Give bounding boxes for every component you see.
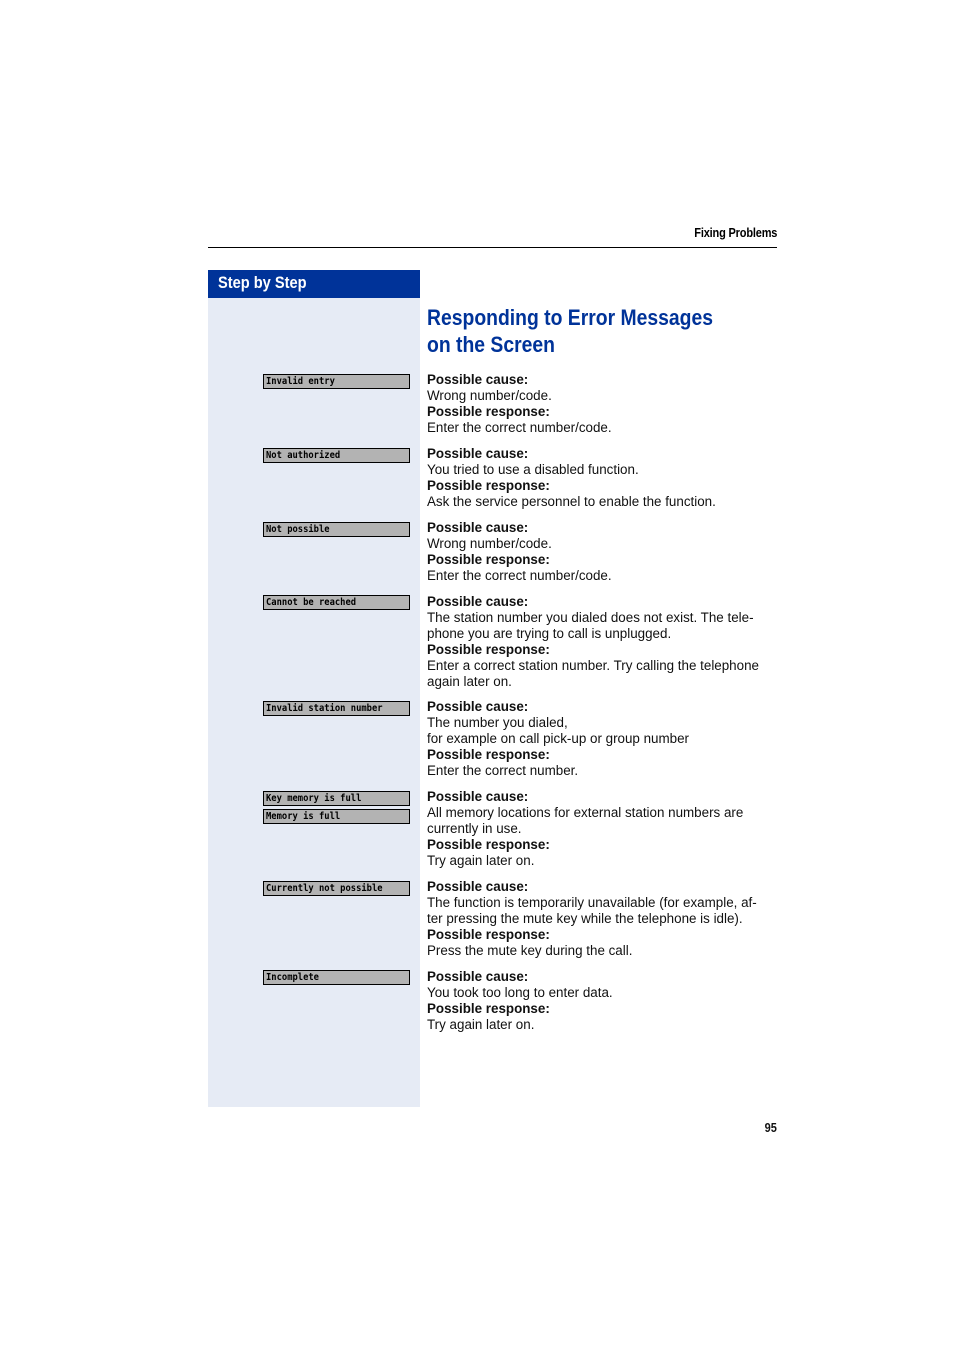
error-entry: Possible cause: The function is temporar… bbox=[427, 879, 787, 959]
response-text: Ask the service personnel to enable the … bbox=[427, 494, 716, 509]
response-label: Possible response: bbox=[427, 1001, 550, 1016]
display-message: Incomplete bbox=[263, 970, 410, 985]
sidebar-heading-bar: Step by Step bbox=[208, 270, 420, 298]
cause-text: The number you dialed, bbox=[427, 715, 568, 730]
cause-label: Possible cause: bbox=[427, 969, 529, 984]
cause-text: The station number you dialed does not e… bbox=[427, 610, 754, 625]
response-label: Possible response: bbox=[427, 927, 550, 942]
display-message: Key memory is full bbox=[263, 791, 410, 806]
response-text: Enter the correct number/code. bbox=[427, 420, 612, 435]
cause-text: The function is temporarily unavailable … bbox=[427, 895, 757, 910]
error-entry: Possible cause: The station number you d… bbox=[427, 594, 787, 690]
display-message: Invalid entry bbox=[263, 374, 410, 389]
response-label: Possible response: bbox=[427, 747, 550, 762]
running-header: Fixing Problems bbox=[694, 226, 777, 240]
response-label: Possible response: bbox=[427, 837, 550, 852]
display-message: Invalid station number bbox=[263, 701, 410, 716]
page-number: 95 bbox=[764, 1121, 777, 1135]
cause-label: Possible cause: bbox=[427, 372, 529, 387]
cause-label: Possible cause: bbox=[427, 446, 529, 461]
response-label: Possible response: bbox=[427, 404, 550, 419]
error-entry: Possible cause: All memory locations for… bbox=[427, 789, 787, 869]
cause-label: Possible cause: bbox=[427, 879, 529, 894]
display-message: Currently not possible bbox=[263, 881, 410, 896]
response-label: Possible response: bbox=[427, 478, 550, 493]
display-message: Cannot be reached bbox=[263, 595, 410, 610]
response-text: Try again later on. bbox=[427, 853, 535, 868]
response-text: Enter the correct number. bbox=[427, 763, 579, 778]
error-entry: Possible cause: Wrong number/code. Possi… bbox=[427, 520, 787, 584]
display-message: Memory is full bbox=[263, 809, 410, 824]
error-entry: Possible cause: Wrong number/code. Possi… bbox=[427, 372, 787, 436]
cause-text: currently in use. bbox=[427, 821, 522, 836]
cause-text: phone you are trying to call is unplugge… bbox=[427, 626, 672, 641]
cause-text: Wrong number/code. bbox=[427, 536, 552, 551]
response-label: Possible response: bbox=[427, 642, 550, 657]
cause-text: All memory locations for external statio… bbox=[427, 805, 744, 820]
sidebar-heading: Step by Step bbox=[218, 273, 307, 292]
response-text: Enter a correct station number. Try call… bbox=[427, 658, 759, 673]
cause-text: for example on call pick-up or group num… bbox=[427, 731, 689, 746]
cause-text: You tried to use a disabled function. bbox=[427, 462, 639, 477]
cause-text: Wrong number/code. bbox=[427, 388, 552, 403]
page-title: Responding to Error Messages on the Scre… bbox=[427, 305, 714, 357]
cause-label: Possible cause: bbox=[427, 789, 529, 804]
response-text: Try again later on. bbox=[427, 1017, 535, 1032]
response-text: again later on. bbox=[427, 674, 512, 689]
display-message: Not possible bbox=[263, 522, 410, 537]
error-entry: Possible cause: You took too long to ent… bbox=[427, 969, 787, 1033]
cause-label: Possible cause: bbox=[427, 520, 529, 535]
cause-text: ter pressing the mute key while the tele… bbox=[427, 911, 743, 926]
response-label: Possible response: bbox=[427, 552, 550, 567]
response-text: Enter the correct number/code. bbox=[427, 568, 612, 583]
display-message: Not authorized bbox=[263, 448, 410, 463]
cause-label: Possible cause: bbox=[427, 699, 529, 714]
header-rule bbox=[208, 247, 777, 248]
error-entry: Possible cause: The number you dialed, f… bbox=[427, 699, 787, 779]
cause-text: You took too long to enter data. bbox=[427, 985, 613, 1000]
error-entry: Possible cause: You tried to use a disab… bbox=[427, 446, 787, 510]
cause-label: Possible cause: bbox=[427, 594, 529, 609]
response-text: Press the mute key during the call. bbox=[427, 943, 633, 958]
